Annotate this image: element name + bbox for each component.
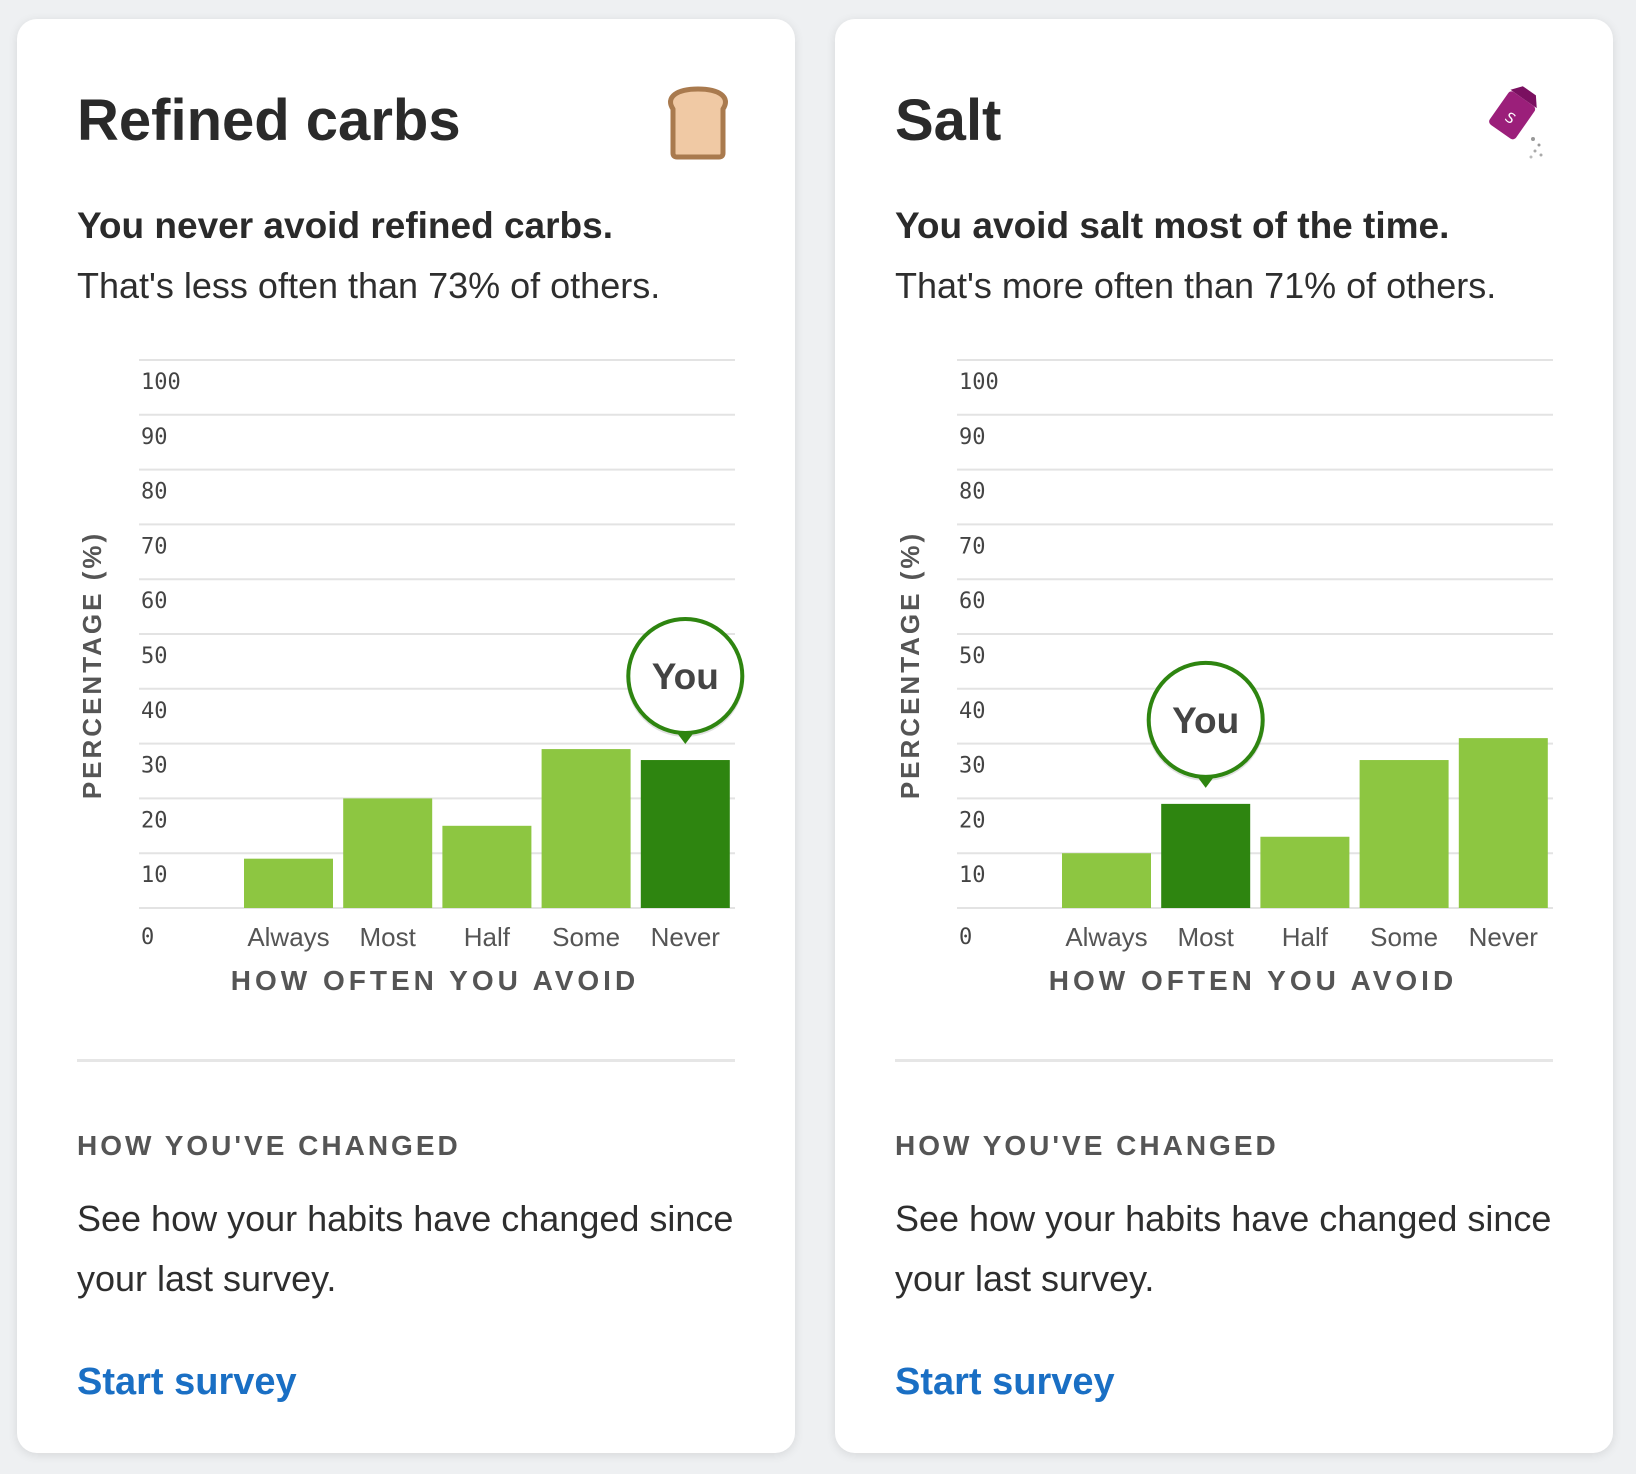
y-tick-label: 70	[141, 534, 168, 559]
y-tick-label: 80	[959, 480, 986, 505]
salt-shaker-icon: S	[1481, 83, 1551, 163]
x-tick-label: Half	[464, 922, 511, 952]
bar	[541, 749, 631, 908]
y-tick-label: 40	[959, 699, 986, 724]
you-marker: You	[626, 617, 745, 745]
x-tick-label: Always	[247, 922, 329, 952]
bar-you	[640, 760, 730, 908]
bar	[244, 858, 333, 908]
bar	[343, 798, 433, 908]
bar	[1359, 760, 1449, 908]
card-title: Refined carbs	[77, 88, 461, 153]
y-tick-label: 70	[959, 534, 986, 559]
changed-heading: HOW YOU'VE CHANGED	[77, 1130, 461, 1161]
x-tick-label: Some	[1370, 922, 1438, 952]
x-tick-label: Never	[651, 922, 721, 952]
y-tick-label: 100	[959, 370, 999, 395]
bar	[1260, 836, 1350, 908]
y-tick-label: 10	[141, 863, 168, 888]
bar	[1062, 853, 1151, 908]
y-tick-label: 20	[959, 808, 986, 833]
y-tick-label: 80	[141, 480, 168, 505]
y-tick-label: 50	[959, 644, 986, 669]
y-tick-label: 40	[141, 699, 168, 724]
start-survey-link[interactable]: Start survey	[895, 1361, 1115, 1404]
y-tick-label: 100	[141, 370, 181, 395]
y-tick-label: 10	[959, 863, 986, 888]
y-tick-label: 60	[959, 589, 986, 614]
headline: You never avoid refined carbs.	[77, 205, 613, 246]
changed-text: See how your habits have changed since y…	[77, 1198, 734, 1299]
y-tick-label: 30	[959, 754, 986, 779]
comparison-text: That's more often than 71% of others.	[895, 265, 1497, 306]
x-tick-label: Some	[552, 922, 620, 952]
y-tick-label: 20	[141, 808, 168, 833]
card-title: Salt	[895, 88, 1002, 153]
y-axis-label: PERCENTAGE (%)	[895, 531, 925, 799]
x-tick-label: Most	[1178, 922, 1235, 952]
comparison-text: That's less often than 73% of others.	[77, 265, 661, 306]
y-tick-label: 50	[141, 644, 168, 669]
x-tick-label: Most	[360, 922, 417, 952]
x-tick-label: Half	[1282, 922, 1329, 952]
headline: You avoid salt most of the time.	[895, 205, 1450, 246]
you-marker-label: You	[1172, 700, 1239, 741]
changed-heading: HOW YOU'VE CHANGED	[895, 1130, 1279, 1161]
y-tick-label: 90	[959, 425, 986, 450]
y-tick-label: 90	[141, 425, 168, 450]
salt-card: Salt S You avoid salt most of the time. …	[835, 19, 1613, 1453]
bread-slice-icon	[663, 83, 733, 163]
refined-carbs-card: Refined carbs You never avoid refined ca…	[17, 19, 795, 1453]
divider	[895, 1059, 1553, 1062]
chart-svg: 0 10 20 30 40 50 60 70 80 90 100 PERCENTAGE (%) Alwa…	[895, 359, 1553, 996]
y-tick-label: 0	[959, 925, 972, 950]
y-tick-label: 30	[141, 754, 168, 779]
x-tick-label: Never	[1469, 922, 1539, 952]
bar-you	[1161, 803, 1251, 908]
changed-text: See how your habits have changed since y…	[895, 1198, 1552, 1299]
y-axis-label: PERCENTAGE (%)	[77, 531, 107, 799]
start-survey-link[interactable]: Start survey	[77, 1361, 297, 1404]
you-marker: You	[1146, 660, 1265, 788]
x-axis-label: HOW OFTEN YOU AVOID	[231, 965, 639, 996]
bar-chart: 0 10 20 30 40 50 60 70 80 90 100 PERCENTAGE (%) Alwa…	[17, 319, 795, 1039]
bar	[1458, 738, 1548, 908]
y-tick-label: 0	[141, 925, 154, 950]
divider	[77, 1059, 735, 1062]
x-tick-label: Always	[1065, 922, 1147, 952]
x-axis-label: HOW OFTEN YOU AVOID	[1049, 965, 1457, 996]
you-marker-label: You	[652, 656, 719, 697]
chart-svg: 0 10 20 30 40 50 60 70 80 90 100 PERCENTAGE (%) Alwa…	[77, 359, 745, 996]
bar	[442, 825, 532, 908]
bar-chart: 0 10 20 30 40 50 60 70 80 90 100 PERCENTAGE (%) Alwa…	[835, 319, 1613, 1039]
y-tick-label: 60	[141, 589, 168, 614]
